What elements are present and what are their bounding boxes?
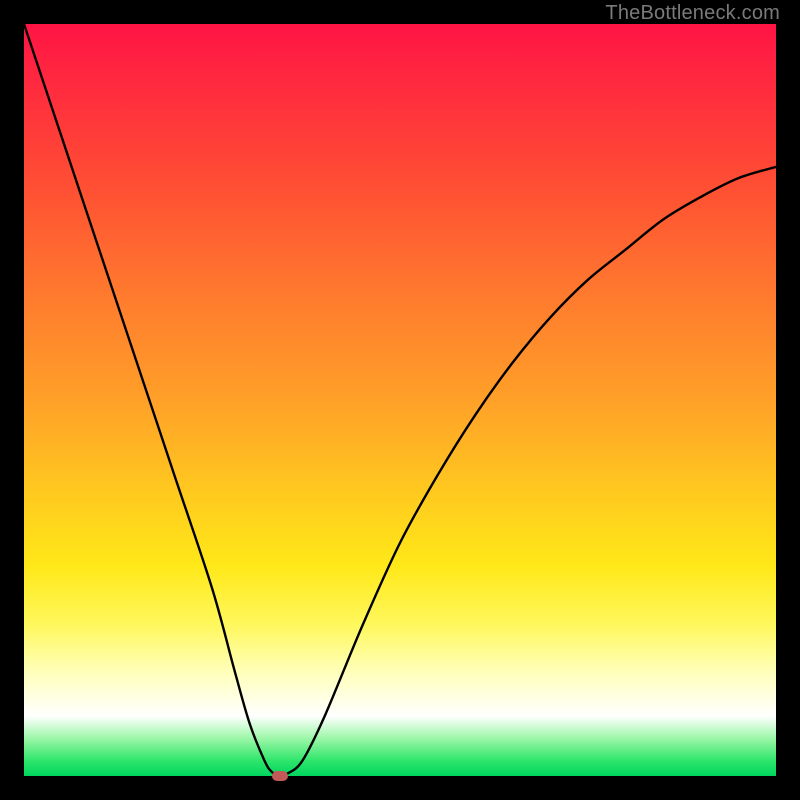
optimal-point-marker <box>272 771 288 781</box>
bottleneck-curve <box>24 24 776 776</box>
chart-plot-area <box>24 24 776 776</box>
watermark-text: TheBottleneck.com <box>605 2 780 25</box>
chart-frame: TheBottleneck.com <box>0 0 800 800</box>
curve-path <box>24 24 776 776</box>
